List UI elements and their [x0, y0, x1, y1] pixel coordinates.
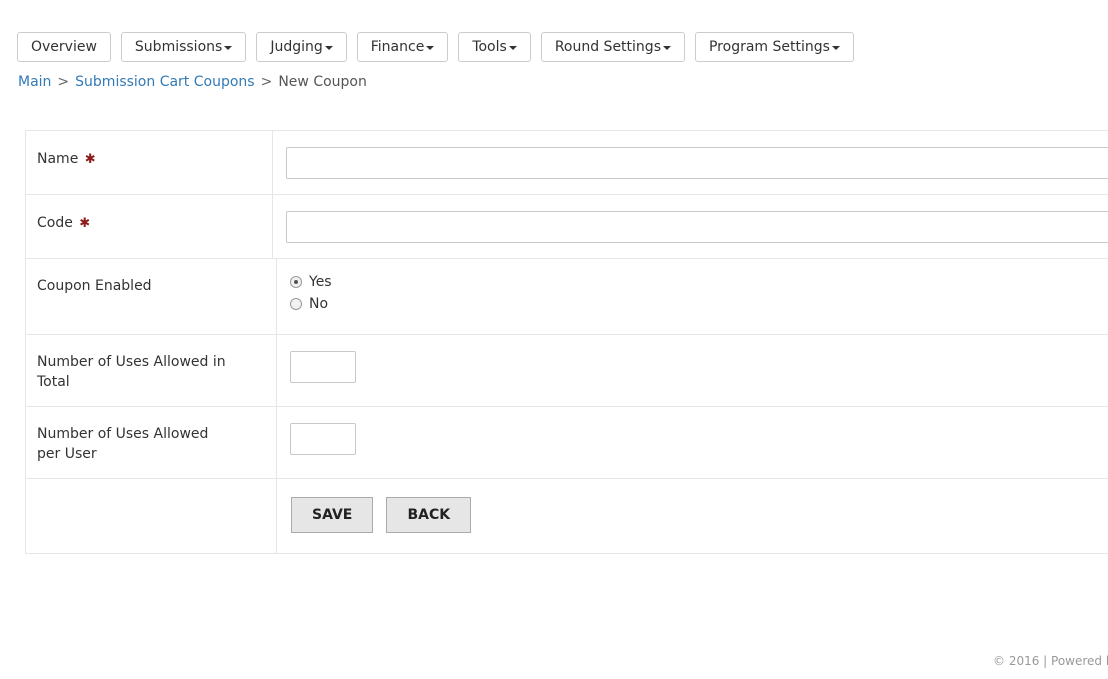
- caret-down-icon: [426, 46, 435, 50]
- enabled-label: Coupon Enabled: [37, 278, 152, 294]
- code-row: Code ✱: [26, 195, 1108, 259]
- caret-down-icon: [831, 46, 840, 50]
- uses-total-input-cell: [277, 335, 1108, 406]
- round-settings-label: Round Settings: [554, 39, 661, 55]
- breadcrumb-separator: >: [260, 74, 273, 90]
- actions-cell: SAVE BACK: [277, 479, 1108, 553]
- name-row: Name ✱: [26, 131, 1108, 195]
- breadcrumb-separator: >: [57, 74, 70, 90]
- judging-label: Judging: [270, 39, 323, 55]
- uses-total-label-cell: Number of Uses Allowed in Total: [26, 335, 277, 406]
- uses-user-label-line1: Number of Uses Allowed: [37, 426, 209, 442]
- finance-menu-button[interactable]: Finance: [356, 32, 449, 62]
- uses-user-input[interactable]: [290, 423, 356, 455]
- uses-total-input[interactable]: [290, 351, 356, 383]
- enabled-options: Yes No: [277, 259, 1108, 334]
- judging-menu-button[interactable]: Judging: [256, 32, 347, 62]
- breadcrumb-current: New Coupon: [278, 74, 367, 90]
- radio-no[interactable]: [290, 298, 302, 310]
- uses-total-label-line2: Total: [37, 374, 70, 390]
- top-nav: Overview Submissions Judging Finance Too…: [17, 32, 854, 62]
- program-settings-label: Program Settings: [708, 39, 830, 55]
- uses-user-row: Number of Uses Allowed per User: [26, 407, 1108, 479]
- enabled-label-cell: Coupon Enabled: [26, 259, 277, 334]
- tools-label: Tools: [472, 39, 507, 55]
- save-button[interactable]: SAVE: [291, 497, 374, 533]
- submissions-menu-button[interactable]: Submissions: [120, 32, 247, 62]
- caret-down-icon: [508, 46, 517, 50]
- uses-total-label-line1: Number of Uses Allowed in: [37, 354, 226, 370]
- required-icon: ✱: [84, 152, 96, 167]
- uses-user-label-line2: per User: [37, 446, 97, 462]
- enabled-no-option[interactable]: No: [290, 293, 1108, 315]
- breadcrumb-coupons-link[interactable]: Submission Cart Coupons: [75, 74, 254, 90]
- enabled-row: Coupon Enabled Yes No: [26, 259, 1108, 335]
- radio-yes[interactable]: [290, 276, 302, 288]
- caret-down-icon: [662, 46, 671, 50]
- actions-row: SAVE BACK: [26, 479, 1108, 553]
- name-label-cell: Name ✱: [26, 131, 273, 194]
- no-label: No: [309, 296, 329, 312]
- uses-user-label-cell: Number of Uses Allowed per User: [26, 407, 277, 478]
- breadcrumb-main-link[interactable]: Main: [18, 74, 51, 90]
- required-icon: ✱: [79, 216, 91, 231]
- uses-total-row: Number of Uses Allowed in Total: [26, 335, 1108, 407]
- coupon-form: Name ✱ Code ✱ Coupon Enabled Yes No Numb…: [25, 130, 1108, 554]
- yes-label: Yes: [309, 274, 332, 290]
- round-settings-menu-button[interactable]: Round Settings: [540, 32, 685, 62]
- caret-down-icon: [224, 46, 233, 50]
- name-input[interactable]: [286, 147, 1108, 179]
- overview-button[interactable]: Overview: [17, 32, 111, 62]
- uses-user-input-cell: [277, 407, 1108, 478]
- actions-spacer: [26, 479, 277, 553]
- submissions-label: Submissions: [134, 39, 223, 55]
- breadcrumb: Main > Submission Cart Coupons > New Cou…: [18, 74, 367, 90]
- caret-down-icon: [324, 46, 333, 50]
- footer-text: © 2016 | Powered by: [993, 654, 1108, 668]
- enabled-yes-option[interactable]: Yes: [290, 271, 1108, 293]
- tools-menu-button[interactable]: Tools: [458, 32, 531, 62]
- back-button[interactable]: BACK: [386, 497, 472, 533]
- name-label: Name: [37, 151, 79, 167]
- code-label-cell: Code ✱: [26, 195, 273, 258]
- name-input-cell: [273, 131, 1108, 194]
- code-input-cell: [273, 195, 1108, 258]
- overview-label: Overview: [31, 39, 97, 55]
- program-settings-menu-button[interactable]: Program Settings: [694, 32, 854, 62]
- code-input[interactable]: [286, 211, 1108, 243]
- code-label: Code: [37, 215, 73, 231]
- finance-label: Finance: [370, 39, 425, 55]
